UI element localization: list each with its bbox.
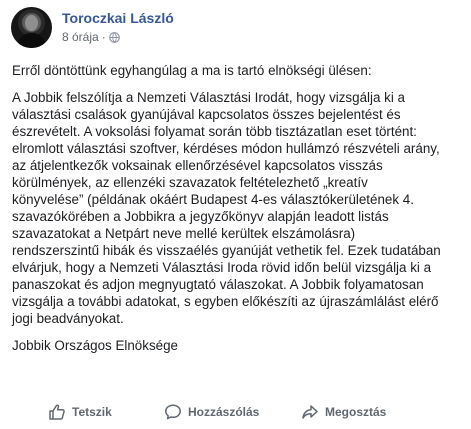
post-paragraph: Erről döntöttünk egyhangúlag a ma is tar… bbox=[12, 62, 464, 79]
post-paragraph: A Jobbik felszólítja a Nemzeti Választás… bbox=[12, 89, 464, 327]
text-line: panaszokat és adjon megnyugtató válaszok… bbox=[12, 277, 424, 292]
separator-dot: · bbox=[101, 30, 106, 44]
text-line: észrevételt. A voksolási folyamat során … bbox=[12, 124, 417, 139]
like-label: Tetszik bbox=[72, 405, 112, 419]
speech-bubble-icon bbox=[165, 404, 181, 420]
post-text: Erről döntöttünk egyhangúlag a ma is tar… bbox=[12, 62, 464, 364]
facebook-post: Toroczkai László 8 órája · Erről döntött… bbox=[0, 0, 471, 429]
text-line: rendszerszintű hibák és visszaélés gyanú… bbox=[12, 243, 441, 258]
post-paragraph: Jobbik Országos Elnöksége bbox=[12, 337, 464, 354]
comment-button[interactable]: Hozzászólás bbox=[164, 403, 259, 421]
text-line: vizsgálja a további adatokat, s egyben e… bbox=[12, 294, 439, 309]
share-arrow-icon bbox=[302, 405, 318, 419]
text-line: szavazatokat a Netpárt neve mellé került… bbox=[12, 226, 356, 241]
post-meta: Toroczkai László 8 órája · bbox=[62, 10, 174, 45]
text-line: elromlott választási szoftver, kérdéses … bbox=[12, 141, 440, 156]
action-bar: Tetszik Hozzászólás Megosztás bbox=[0, 400, 471, 426]
text-line: Erről döntöttünk egyhangúlag a ma is tar… bbox=[12, 63, 372, 78]
text-line: könyvelése” (példának okáért Budapest 4-… bbox=[12, 192, 414, 207]
text-line: Jobbik Országos Elnöksége bbox=[12, 338, 178, 353]
text-line: szavazókörében a Jobbikra a jegyzőkönyv … bbox=[12, 209, 389, 224]
thumbs-up-icon bbox=[49, 404, 65, 420]
globe-icon[interactable] bbox=[108, 32, 120, 43]
share-button[interactable]: Megosztás bbox=[301, 403, 386, 421]
text-line: jogi beadványokat. bbox=[12, 311, 124, 326]
avatar[interactable] bbox=[11, 7, 52, 48]
text-line: körülmények, az ellenzéki szavazatok fel… bbox=[12, 175, 368, 190]
text-line: választási csalások gyanújával kapcsolat… bbox=[12, 107, 401, 122]
text-line: az átjelentkezők voksainak ellenőrzéséve… bbox=[12, 158, 383, 173]
post-subtitle: 8 órája · bbox=[62, 30, 174, 45]
text-line: A Jobbik felszólítja a Nemzeti Választás… bbox=[12, 90, 405, 105]
share-label: Megosztás bbox=[325, 405, 387, 419]
text-line: elvárjuk, hogy a Nemzeti Választási Irod… bbox=[12, 260, 432, 275]
comment-label: Hozzászólás bbox=[188, 405, 260, 419]
post-timestamp[interactable]: 8 órája bbox=[62, 30, 99, 45]
author-name[interactable]: Toroczkai László bbox=[62, 10, 174, 27]
like-button[interactable]: Tetszik bbox=[48, 403, 112, 421]
post-header: Toroczkai László 8 órája · bbox=[11, 7, 174, 55]
